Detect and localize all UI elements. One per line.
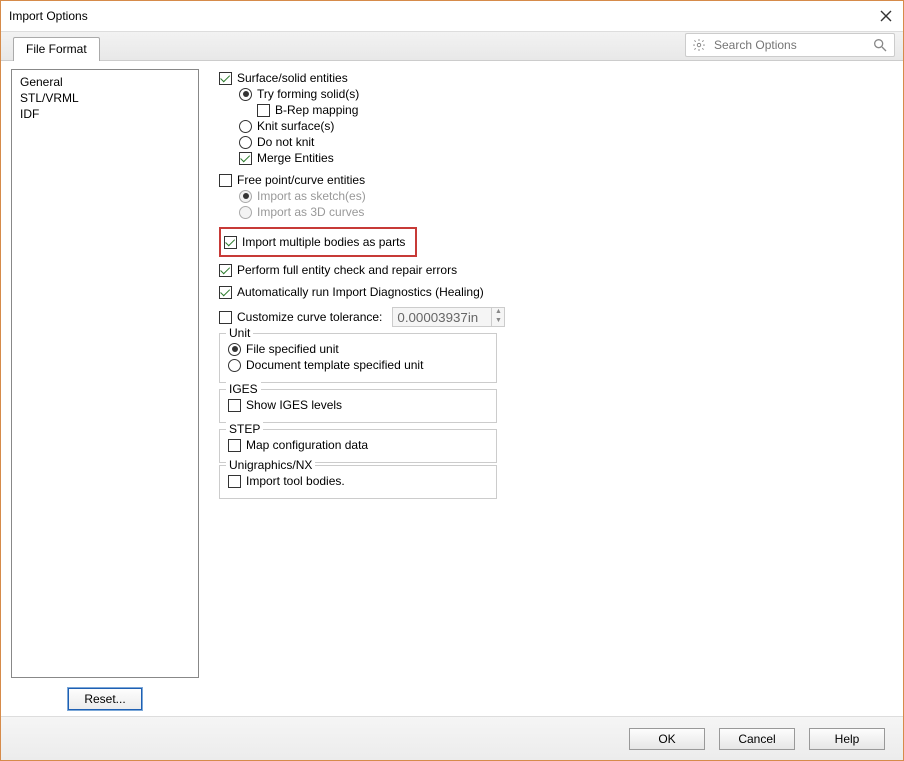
opt-brep[interactable]: B-Rep mapping [257, 103, 893, 117]
list-item[interactable]: General [12, 74, 198, 90]
opt-unit-file[interactable]: File specified unit [228, 342, 488, 356]
checkbox-icon[interactable] [219, 286, 232, 299]
radio-icon[interactable] [228, 359, 241, 372]
gear-icon [692, 38, 706, 52]
opt-free-points[interactable]: Free point/curve entities [219, 173, 893, 187]
spinner: ▲▼ [491, 307, 505, 327]
opt-multibody[interactable]: Import multiple bodies as parts [242, 235, 405, 249]
list-item[interactable]: IDF [12, 106, 198, 122]
radio-icon[interactable] [228, 343, 241, 356]
checkbox-icon[interactable] [228, 399, 241, 412]
radio-icon [239, 190, 252, 203]
opt-import-3d: Import as 3D curves [239, 205, 893, 219]
radio-icon[interactable] [239, 136, 252, 149]
opt-merge[interactable]: Merge Entities [239, 151, 893, 165]
group-unit: Unit File specified unit Document templa… [219, 333, 497, 383]
radio-icon[interactable] [239, 88, 252, 101]
opt-fullcheck[interactable]: Perform full entity check and repair err… [219, 263, 893, 277]
opt-tolerance[interactable]: Customize curve tolerance: ▲▼ [219, 307, 893, 327]
opt-iges-levels[interactable]: Show IGES levels [228, 398, 488, 412]
help-button[interactable]: Help [809, 728, 885, 750]
tolerance-input [392, 307, 492, 327]
group-ug: Unigraphics/NX Import tool bodies. [219, 465, 497, 499]
checkbox-icon[interactable] [228, 439, 241, 452]
ok-button[interactable]: OK [629, 728, 705, 750]
opt-surface-solid[interactable]: Surface/solid entities [219, 71, 893, 85]
search-box[interactable] [685, 33, 895, 57]
import-options-dialog: Import Options File Format General STL/V… [0, 0, 904, 761]
cancel-button[interactable]: Cancel [719, 728, 795, 750]
titlebar: Import Options [1, 1, 903, 31]
reset-button[interactable]: Reset... [68, 688, 142, 710]
content-area: General STL/VRML IDF Reset... Surface/so… [1, 61, 903, 716]
checkbox-icon[interactable] [219, 311, 232, 324]
legend-ug: Unigraphics/NX [226, 458, 315, 472]
legend-iges: IGES [226, 382, 261, 396]
opt-import-sketch: Import as sketch(es) [239, 189, 893, 203]
checkbox-icon[interactable] [219, 72, 232, 85]
footer: OK Cancel Help [1, 716, 903, 760]
list-item[interactable]: STL/VRML [12, 90, 198, 106]
left-column: General STL/VRML IDF Reset... [11, 69, 199, 710]
checkbox-icon[interactable] [224, 236, 237, 249]
chevron-up-icon: ▲ [492, 308, 504, 317]
legend-unit: Unit [226, 326, 253, 340]
legend-step: STEP [226, 422, 263, 436]
category-list[interactable]: General STL/VRML IDF [11, 69, 199, 678]
options-panel: Surface/solid entities Try forming solid… [199, 69, 893, 710]
opt-knit[interactable]: Knit surface(s) [239, 119, 893, 133]
opt-ug-tool[interactable]: Import tool bodies. [228, 474, 488, 488]
group-iges: IGES Show IGES levels [219, 389, 497, 423]
search-icon[interactable] [872, 37, 888, 53]
radio-icon [239, 206, 252, 219]
search-input[interactable] [712, 37, 872, 53]
radio-icon[interactable] [239, 120, 252, 133]
opt-try-forming[interactable]: Try forming solid(s) [239, 87, 893, 101]
opt-diagnostics[interactable]: Automatically run Import Diagnostics (He… [219, 285, 893, 299]
checkbox-icon[interactable] [239, 152, 252, 165]
close-icon[interactable] [877, 7, 895, 25]
toolbar: File Format [1, 31, 903, 61]
checkbox-icon[interactable] [257, 104, 270, 117]
opt-donotknit[interactable]: Do not knit [239, 135, 893, 149]
checkbox-icon[interactable] [219, 264, 232, 277]
checkbox-icon[interactable] [219, 174, 232, 187]
checkbox-icon[interactable] [228, 475, 241, 488]
opt-multibody-highlight: Import multiple bodies as parts [219, 227, 417, 257]
opt-unit-doc[interactable]: Document template specified unit [228, 358, 488, 372]
chevron-down-icon: ▼ [492, 317, 504, 326]
opt-step-map[interactable]: Map configuration data [228, 438, 488, 452]
tab-file-format[interactable]: File Format [13, 37, 100, 61]
window-title: Import Options [9, 9, 877, 23]
